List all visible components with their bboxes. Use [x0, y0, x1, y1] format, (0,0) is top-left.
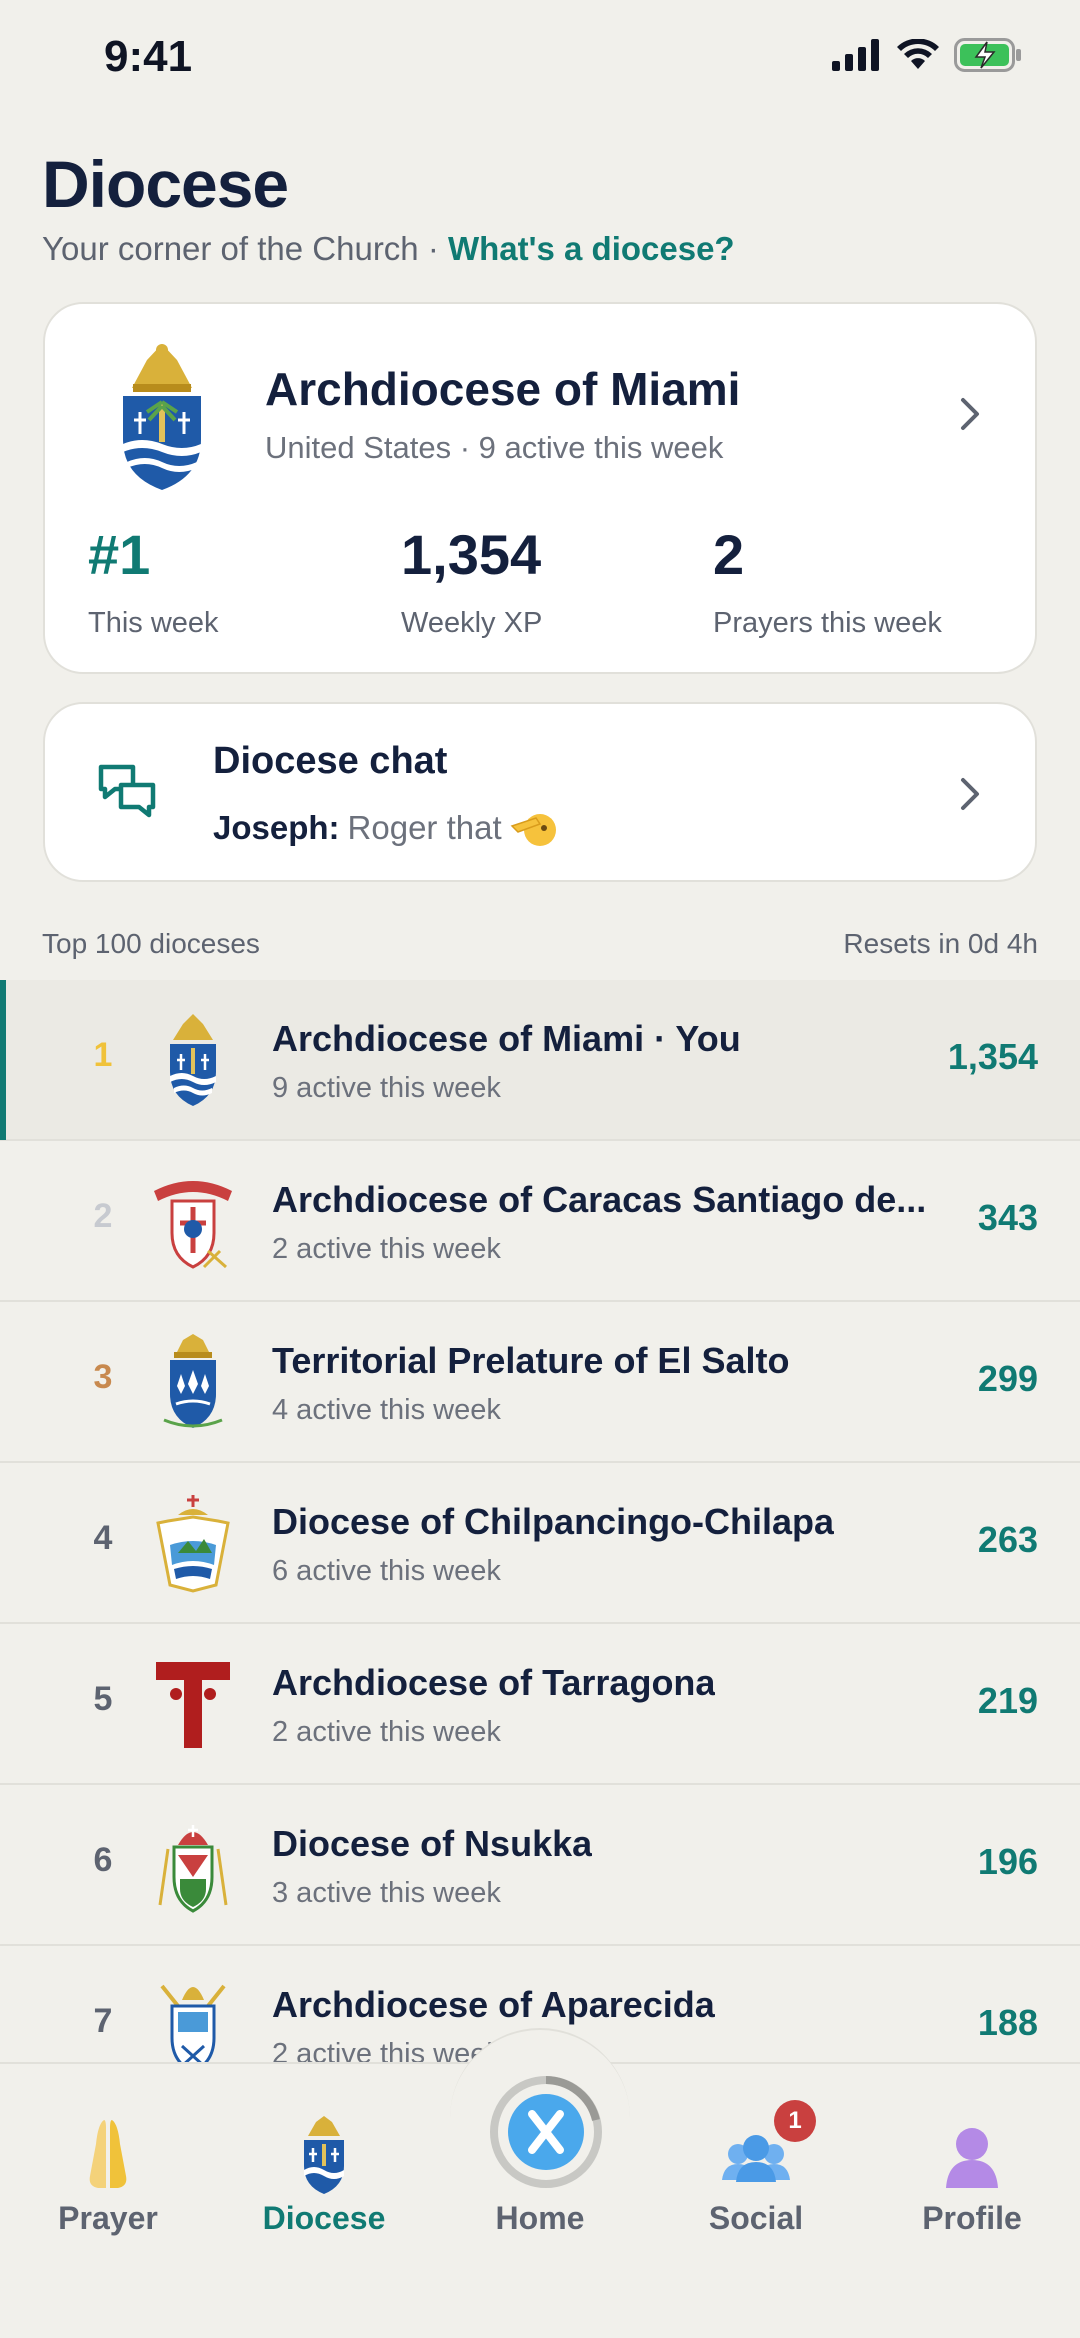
row-meta: 4 active this week: [272, 1394, 501, 1426]
caracas-crest-icon: [154, 1181, 232, 1269]
diocese-crest-icon: [304, 2116, 344, 2194]
leaderboard-list[interactable]: 1 Archdiocese of Miami · You 9 active th…: [0, 980, 1080, 2062]
row-meta: 2 active this week: [272, 1716, 501, 1748]
row-xp: 299: [977, 1358, 1038, 1399]
stat-prayers-value: 2: [713, 523, 745, 586]
row-rank: 1: [93, 1036, 113, 1074]
tab-label: Profile: [922, 2200, 1022, 2236]
stat-rank-label: This week: [88, 607, 219, 639]
tab-profile[interactable]: Profile: [864, 2064, 1080, 2264]
tab-prayer[interactable]: Prayer: [0, 2064, 216, 2264]
status-time: 9:41: [104, 32, 193, 81]
tab-home[interactable]: Home: [432, 2064, 648, 2264]
row-xp: 219: [977, 1680, 1038, 1721]
leaderboard-row[interactable]: 6 Diocese of Nsukka 3 active this week 1…: [0, 1785, 1080, 1946]
tab-label: Diocese: [262, 2200, 386, 2236]
miami-crest-icon: [170, 1014, 216, 1106]
tab-label: Social: [708, 2200, 804, 2236]
row-rank: 3: [93, 1358, 113, 1396]
chat-title: Diocese chat: [213, 740, 448, 782]
chevron-right-icon: [961, 778, 979, 810]
home-diocese-meta: United States · 9 active this week: [265, 430, 724, 465]
miami-crest-icon: [123, 344, 201, 490]
wifi-icon: [897, 39, 939, 69]
row-xp: 343: [977, 1197, 1038, 1238]
notification-badge: 1: [774, 2100, 816, 2142]
row-xp: 263: [977, 1519, 1038, 1560]
leaderboard-row[interactable]: 5 Archdiocese of Tarragona 2 active this…: [0, 1624, 1080, 1785]
row-name: Archdiocese of Caracas Santiago de...: [272, 1179, 927, 1220]
home-diocese-card[interactable]: Archdiocese of Miami United States · 9 a…: [43, 302, 1037, 674]
row-rank: 5: [93, 1680, 113, 1718]
row-name: Archdiocese of Tarragona: [272, 1662, 716, 1703]
row-xp: 196: [977, 1841, 1038, 1882]
leaderboard-row[interactable]: 2 Archdiocese of Caracas Santiago de... …: [0, 1141, 1080, 1302]
row-rank: 7: [93, 2002, 113, 2040]
row-meta: 2 active this week: [272, 1233, 501, 1265]
row-xp: 1,354: [947, 1036, 1038, 1077]
home-cross-icon: [490, 2076, 602, 2188]
praying-hands-icon: [89, 2120, 127, 2188]
row-name: Territorial Prelature of El Salto: [272, 1340, 790, 1381]
leaderboard-row[interactable]: 4 Diocese of Chilpancingo-Chilapa 6 acti…: [0, 1463, 1080, 1624]
row-meta: 6 active this week: [272, 1555, 501, 1587]
row-meta: 2 active this week: [272, 2038, 501, 2062]
stat-weekly-xp: 1,354 Weekly XP: [401, 522, 542, 640]
status-icons: [832, 38, 1022, 72]
page-header: Diocese: [42, 146, 289, 222]
tab-label: Home: [495, 2200, 585, 2236]
chat-sender: Joseph:: [213, 809, 340, 846]
stat-prayers-label: Prayers this week: [713, 607, 942, 639]
home-diocese-name: Archdiocese of Miami: [265, 363, 741, 415]
stat-rank-value: #1: [88, 523, 151, 586]
row-name: Archdiocese of Aparecida: [272, 1984, 715, 2025]
diocese-chat-card[interactable]: Diocese chat Joseph: Roger that: [43, 702, 1037, 882]
row-meta: 3 active this week: [272, 1877, 501, 1909]
leaderboard-row[interactable]: 3 Territorial Prelature of El Salto 4 ac…: [0, 1302, 1080, 1463]
tab-social[interactable]: 1 Social: [648, 2064, 864, 2264]
tab-label: Prayer: [58, 2200, 158, 2236]
tarragona-tau-icon: [156, 1662, 230, 1748]
signal-icon: [832, 39, 879, 71]
row-rank: 2: [93, 1197, 113, 1235]
row-name: Diocese of Nsukka: [272, 1823, 593, 1864]
person-icon: [946, 2128, 998, 2188]
row-name: Diocese of Chilpancingo-Chilapa: [272, 1501, 835, 1542]
leaderboard-resets: Resets in 0d 4h: [843, 928, 1038, 959]
whats-a-diocese-link[interactable]: What's a diocese?: [448, 230, 735, 267]
saluting-face-icon: [510, 814, 556, 846]
chat-preview: Joseph: Roger that: [213, 808, 556, 848]
status-bar: 9:41: [0, 0, 1080, 120]
row-rank: 6: [93, 1841, 113, 1879]
page-title: Diocese: [42, 147, 289, 221]
stat-weekly-xp-value: 1,354: [401, 523, 542, 586]
row-rank: 4: [93, 1519, 113, 1557]
chat-message: Roger that: [347, 809, 502, 846]
chat-bubbles-icon: [98, 764, 156, 818]
el-salto-crest-icon: [163, 1334, 223, 1428]
row-meta: 9 active this week: [272, 1072, 501, 1104]
battery-charging-icon: [954, 38, 1021, 72]
leaderboard-row[interactable]: 1 Archdiocese of Miami · You 9 active th…: [0, 980, 1080, 1141]
page-subtitle: Your corner of the Church · What's a dio…: [42, 230, 735, 268]
chevron-right-icon: [961, 398, 979, 430]
subtitle-text: Your corner of the Church ·: [42, 230, 439, 267]
stat-prayers: 2 Prayers this week: [713, 522, 942, 640]
row-name: Archdiocese of Miami · You: [272, 1018, 741, 1059]
stat-rank: #1 This week: [88, 522, 219, 640]
leaderboard-title: Top 100 dioceses: [42, 928, 260, 959]
leaderboard-header: Top 100 dioceses Resets in 0d 4h: [42, 928, 1038, 960]
tab-bar: Prayer Diocese Home 1 Social Profile: [0, 2028, 1080, 2338]
row-xp: 188: [977, 2002, 1038, 2043]
tab-diocese[interactable]: Diocese: [216, 2064, 432, 2264]
nsukka-crest-icon: [158, 1825, 228, 1913]
stat-weekly-xp-label: Weekly XP: [401, 607, 543, 639]
chilpancingo-crest-icon: [156, 1495, 230, 1593]
aparecida-crest-icon: [160, 1984, 226, 2062]
